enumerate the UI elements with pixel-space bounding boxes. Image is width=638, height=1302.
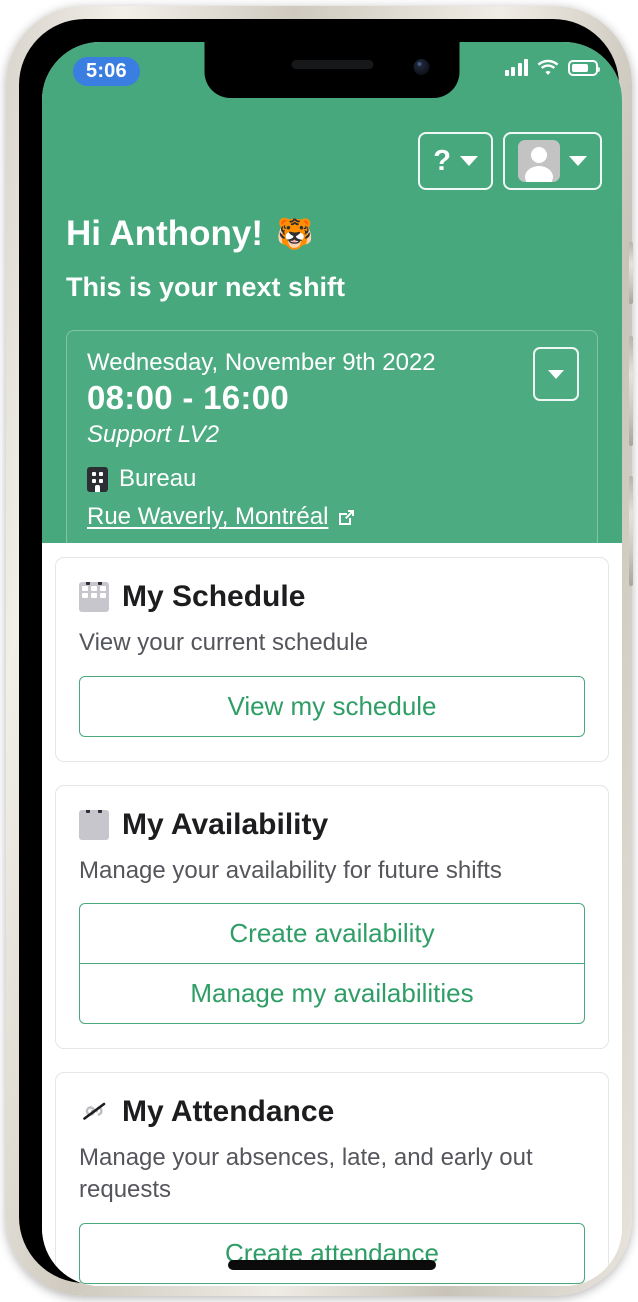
phone-side-button-volume-down[interactable] [629, 476, 633, 586]
next-shift-subtitle: This is your next shift [66, 272, 346, 302]
shift-location-name: Bureau [119, 465, 197, 492]
card-description: Manage your availability for future shif… [79, 856, 502, 884]
card-title-text: My Schedule [122, 580, 306, 613]
shift-date: Wednesday, November 9th 2022 [87, 349, 436, 376]
next-shift-card[interactable]: Wednesday, November 9th 2022 08:00 - 16:… [66, 330, 598, 552]
shift-role: Support LV2 [87, 421, 220, 448]
phone-side-button-mute[interactable] [629, 242, 633, 304]
phone-side-button-volume-up[interactable] [629, 336, 633, 446]
office-building-icon [87, 466, 108, 492]
card-actions: Create availability Manage my availabili… [79, 903, 585, 1025]
app-header: ? Hi Anthony! 🐯 This is your next shift … [42, 42, 622, 552]
card-my-schedule: My Schedule View your current schedule V… [55, 557, 609, 762]
battery-icon [568, 60, 600, 76]
calendar-band-icon [79, 809, 109, 840]
status-bar: 5:06 [42, 42, 622, 98]
view-my-schedule-button[interactable]: View my schedule [79, 675, 585, 737]
create-attendance-button[interactable]: Create attendance [79, 1222, 585, 1284]
signal-bars-icon [504, 59, 528, 76]
shift-address-link[interactable]: Rue Waverly, Montréal [87, 503, 577, 531]
chevron-down-icon [569, 156, 587, 166]
calendar-days-icon [79, 582, 109, 612]
header-actions: ? [418, 132, 602, 190]
shift-time-range: 08:00 - 16:00 [87, 379, 290, 416]
question-mark-icon: ? [433, 144, 451, 177]
profile-button[interactable] [503, 132, 602, 190]
manage-my-availabilities-button[interactable]: Manage my availabilities [79, 963, 585, 1025]
shift-location: Bureau [87, 465, 577, 493]
shift-expand-button[interactable] [533, 347, 579, 401]
greeting-text: Hi Anthony! [66, 214, 263, 253]
status-time-badge: 5:06 [73, 57, 140, 86]
shift-address-text: Rue Waverly, Montréal [87, 503, 329, 530]
main-content: My Schedule View your current schedule V… [42, 543, 622, 1286]
phone-bezel: ? Hi Anthony! 🐯 This is your next shift … [19, 19, 622, 1286]
chevron-down-icon [460, 156, 478, 166]
user-avatar-icon [518, 140, 560, 182]
card-title: My Attendance [79, 1095, 585, 1129]
wifi-icon [537, 59, 559, 76]
card-description: View your current schedule [79, 629, 369, 656]
card-my-availability: My Availability Manage your availability… [55, 784, 609, 1050]
card-title: My Schedule [79, 580, 585, 614]
card-my-attendance: My Attendance Manage your absences, late… [55, 1072, 609, 1286]
card-description: Manage your absences, late, and early ou… [79, 1144, 533, 1204]
phone-screen: ? Hi Anthony! 🐯 This is your next shift … [42, 42, 622, 1286]
card-actions: View my schedule [79, 675, 585, 737]
external-link-icon [337, 508, 356, 527]
phone-frame: ? Hi Anthony! 🐯 This is your next shift … [6, 6, 633, 1296]
help-button[interactable]: ? [418, 132, 493, 190]
link-off-icon [79, 1097, 109, 1127]
card-title-text: My Attendance [122, 1095, 335, 1129]
card-title-text: My Availability [122, 807, 329, 841]
status-indicators [504, 59, 600, 76]
create-availability-button[interactable]: Create availability [79, 903, 585, 964]
greeting-title: Hi Anthony! 🐯 [66, 214, 313, 254]
chevron-down-icon [548, 369, 564, 379]
tiger-face-icon: 🐯 [276, 217, 314, 251]
card-title: My Availability [79, 808, 585, 842]
card-actions: Create attendance [79, 1222, 585, 1284]
home-indicator[interactable] [228, 1260, 436, 1270]
